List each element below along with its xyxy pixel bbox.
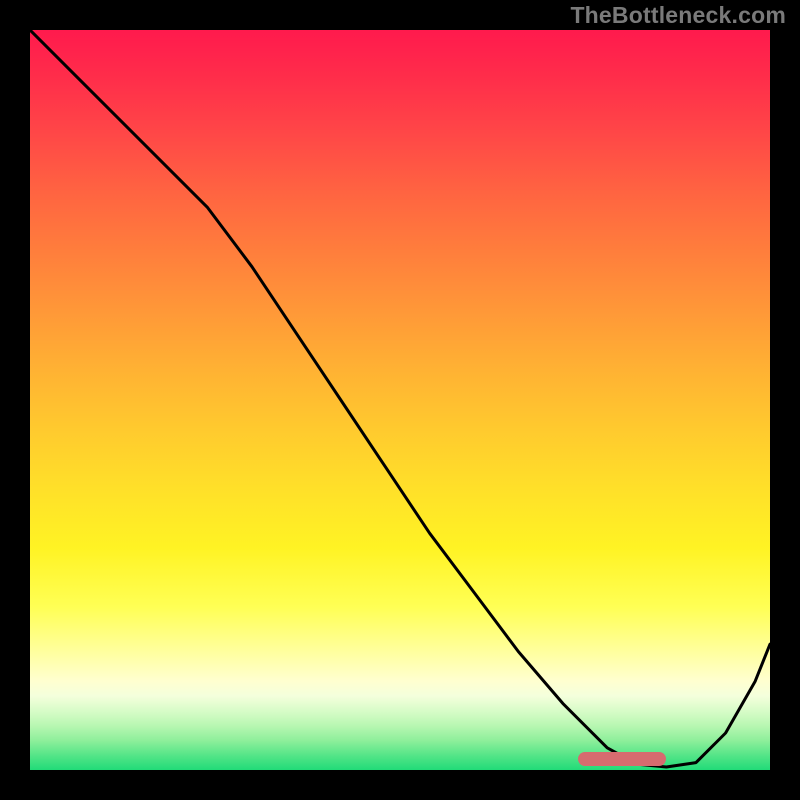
attribution-label: TheBottleneck.com — [570, 2, 786, 29]
bottleneck-curve — [30, 30, 770, 770]
plot-area — [30, 30, 770, 770]
optimal-range-marker — [578, 752, 667, 766]
chart-frame: TheBottleneck.com — [0, 0, 800, 800]
